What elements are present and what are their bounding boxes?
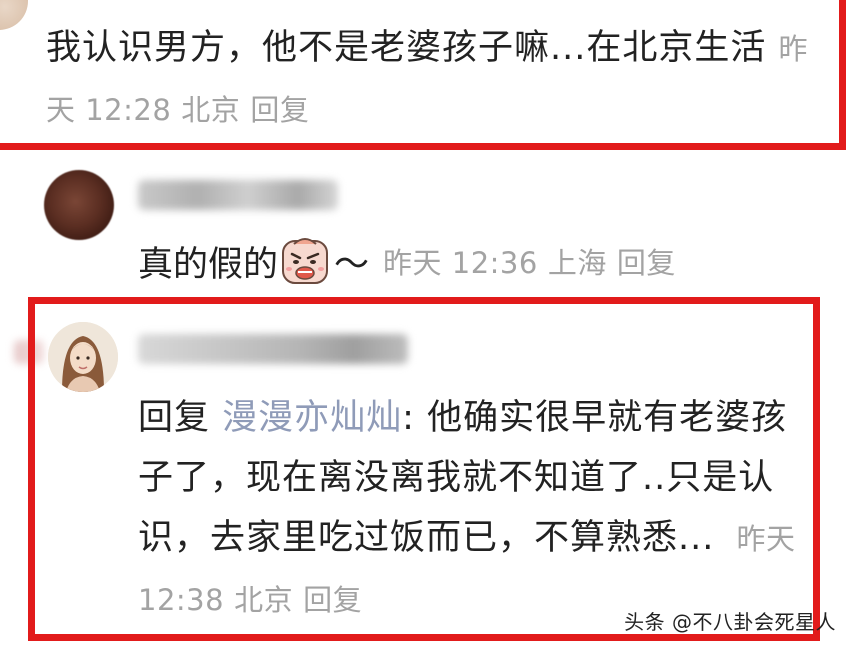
comment-item-1: 我认识男方，他不是老婆孩子嘛...在北京生活 昨天 12:28 北京 回复 [0, 0, 854, 160]
comment-body: 真的假的 [138, 244, 279, 285]
comment-tilde: ～ [334, 244, 370, 285]
avatar-portrait-icon [48, 322, 118, 392]
blurred-username[interactable] [138, 180, 338, 210]
avatar[interactable] [44, 170, 114, 240]
comment-text: 我认识男方，他不是老婆孩子嘛...在北京生活 昨天 12:28 北京 回复 [46, 18, 836, 140]
comment-time: 昨天 12:36 [383, 246, 538, 280]
smirk-face-emoji-icon [282, 238, 329, 284]
reply-prefix: 回复 [138, 398, 211, 438]
blurred-username[interactable] [138, 334, 408, 364]
source-watermark: 头条 @不八卦会死星人 [624, 610, 836, 634]
comment-location: 上海 [547, 246, 607, 280]
reply-button[interactable]: 回复 [250, 93, 309, 127]
comment-location: 北京 [181, 93, 241, 127]
comment-text: 真的假的 ～ 昨天 12:36 上海 回复 [138, 232, 686, 290]
reply-to-username[interactable]: 漫漫亦灿灿 [222, 398, 402, 438]
reply-button[interactable]: 回复 [303, 583, 362, 617]
avatar[interactable] [48, 322, 118, 392]
comment-body: 我认识男方，他不是老婆孩子嘛...在北京生活 [46, 28, 767, 68]
comment-text: 回复 漫漫亦灿灿: 他确实很早就有老婆孩子了，现在离没离我就不知道了..只是认识… [138, 388, 810, 630]
comment-location: 北京 [234, 583, 294, 617]
reply-button[interactable]: 回复 [617, 246, 676, 280]
comment-thread: 我认识男方，他不是老婆孩子嘛...在北京生活 昨天 12:28 北京 回复 真的假的 [0, 0, 854, 647]
comment-meta: 昨天 12:36 上海 回复 [383, 240, 686, 282]
